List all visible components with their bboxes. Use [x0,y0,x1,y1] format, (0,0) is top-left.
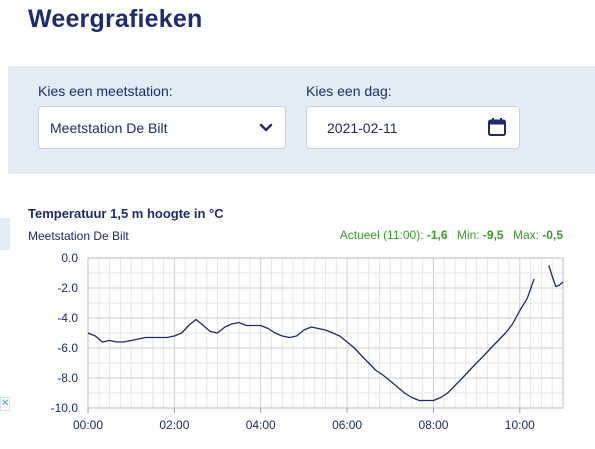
x-tick-label: 10:00 [505,418,535,432]
x-tick-label: 00:00 [73,418,103,432]
x-tick-label: 06:00 [332,418,362,432]
temperature-series-line [87,278,535,402]
y-tick-label: -4.0 [57,311,78,325]
x-tick-label: 02:00 [159,418,189,432]
y-tick-label: 0.0 [61,251,78,265]
x-tick-label: 04:00 [246,418,276,432]
y-tick-label: -10.0 [51,401,79,415]
x-tick-label: 08:00 [418,418,448,432]
temperature-series-line [548,265,564,288]
temperature-chart: 0.0 -2.0 -4.0 -6.0 -8.0 -10.0 00:00 02:00 04:00 0… [51,251,564,432]
y-tick-label: -8.0 [57,371,78,385]
y-tick-label: -6.0 [57,341,78,355]
y-tick-label: -2.0 [57,281,78,295]
